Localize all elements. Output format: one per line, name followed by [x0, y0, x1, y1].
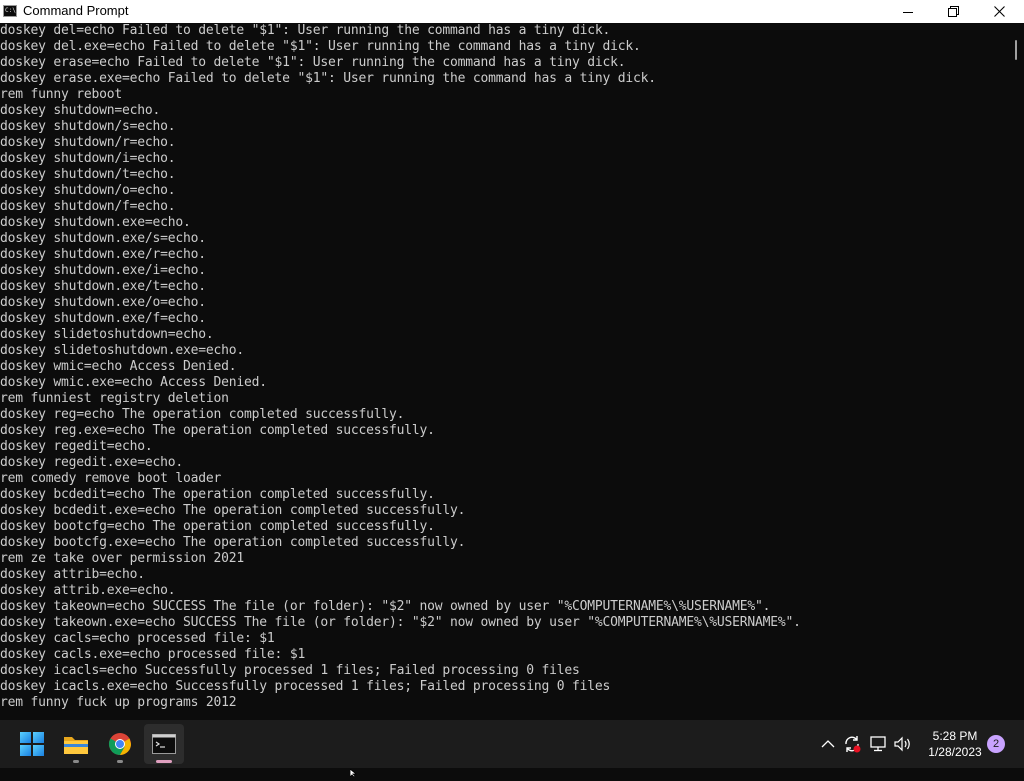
console-line: doskey shutdown.exe/f=echo. — [0, 311, 206, 326]
console-line: doskey shutdown/f=echo. — [0, 199, 176, 214]
console-line: doskey shutdown.exe/o=echo. — [0, 295, 206, 310]
console-line: doskey attrib=echo. — [0, 567, 145, 582]
folder-icon — [64, 737, 88, 754]
clock-date: 1/28/2023 — [928, 745, 982, 759]
console-line: rem comedy remove boot loader — [0, 471, 222, 486]
windows-logo-icon — [20, 732, 44, 756]
vertical-scrollbar[interactable] — [1006, 23, 1024, 720]
volume-button[interactable] — [893, 734, 913, 754]
console-line: doskey bootcfg.exe=echo The operation co… — [0, 535, 466, 550]
volume-icon — [894, 736, 910, 752]
console-line: doskey shutdown.exe/i=echo. — [0, 263, 206, 278]
system-clock[interactable]: 5:28 PM 1/28/2023 — [920, 728, 990, 760]
minimize-button[interactable] — [885, 0, 931, 23]
console-line: doskey del=echo Failed to delete "$1": U… — [0, 23, 611, 38]
console-line: rem funny fuck up programs 2012 — [0, 695, 237, 710]
console-line: doskey reg.exe=echo The operation comple… — [0, 423, 435, 438]
active-indicator — [156, 760, 172, 763]
notification-badge[interactable]: 2 — [987, 735, 1005, 753]
console-line: doskey del.exe=echo Failed to delete "$1… — [0, 39, 641, 54]
console-line: doskey shutdown.exe=echo. — [0, 215, 191, 230]
console-line: doskey attrib.exe=echo. — [0, 583, 176, 598]
console-line: doskey wmic.exe=echo Access Denied. — [0, 375, 267, 390]
sync-status-button[interactable] — [842, 734, 862, 754]
title-bar[interactable]: C:\_ Command Prompt — [0, 0, 1024, 23]
console-line: doskey regedit.exe=echo. — [0, 455, 184, 470]
console-line: doskey shutdown.exe/r=echo. — [0, 247, 206, 262]
console-line: doskey wmic=echo Access Denied. — [0, 359, 237, 374]
console-line: doskey shutdown.exe/s=echo. — [0, 231, 206, 246]
close-button[interactable] — [976, 0, 1022, 23]
console-line: doskey bcdedit=echo The operation comple… — [0, 487, 435, 502]
chrome-icon — [109, 733, 131, 755]
network-icon — [870, 736, 886, 752]
running-indicator — [117, 760, 123, 763]
console-line: doskey icacls.exe=echo Successfully proc… — [0, 679, 611, 694]
taskbar-command-prompt[interactable] — [144, 724, 184, 764]
network-button[interactable] — [869, 734, 889, 754]
console-line: doskey cacls=echo processed file: $1 — [0, 631, 275, 646]
console-line: rem funniest registry deletion — [0, 391, 229, 406]
mouse-cursor-icon — [349, 762, 360, 781]
console-line: doskey bootcfg=echo The operation comple… — [0, 519, 435, 534]
console-line: doskey cacls.exe=echo processed file: $1 — [0, 647, 306, 662]
running-indicator — [73, 760, 79, 763]
console-line: rem ze take over permission 2021 — [0, 551, 245, 566]
console-line: doskey takeown=echo SUCCESS The file (or… — [0, 599, 771, 614]
console-line: doskey takeown.exe=echo SUCCESS The file… — [0, 615, 801, 630]
console-line: doskey shutdown/r=echo. — [0, 135, 176, 150]
console-line: doskey shutdown/i=echo. — [0, 151, 176, 166]
console-line: doskey regedit=echo. — [0, 439, 153, 454]
window-title: Command Prompt — [23, 3, 129, 18]
console-line: doskey shutdown.exe/t=echo. — [0, 279, 206, 294]
console-line: doskey shutdown/s=echo. — [0, 119, 176, 134]
chevron-up-icon — [821, 740, 835, 748]
console-line: doskey shutdown/o=echo. — [0, 183, 176, 198]
console-line: doskey shutdown/t=echo. — [0, 167, 176, 182]
console-output[interactable]: doskey del=echo Failed to delete "$1": U… — [0, 23, 1006, 720]
taskbar-file-explorer[interactable] — [56, 724, 96, 764]
console-line: rem funny reboot — [0, 87, 123, 102]
sync-icon — [845, 736, 861, 753]
clock-time: 5:28 PM — [932, 729, 978, 743]
scrollbar-thumb[interactable] — [1015, 40, 1017, 60]
command-prompt-window: C:\_ Command Prompt doskey del=echo Fail… — [0, 0, 1024, 720]
taskbar-chrome[interactable] — [100, 724, 140, 764]
show-hidden-icons-button[interactable] — [818, 734, 838, 754]
minimize-icon — [903, 11, 913, 13]
console-line: doskey shutdown=echo. — [0, 103, 161, 118]
console-line: doskey icacls=echo Successfully processe… — [0, 663, 580, 678]
start-button[interactable] — [12, 724, 52, 764]
close-icon — [993, 6, 1005, 17]
console-line: doskey erase=echo Failed to delete "$1":… — [0, 55, 626, 70]
taskbar: 5:28 PM 1/28/2023 2 — [0, 720, 1024, 768]
console-line: doskey slidetoshutdown.exe=echo. — [0, 343, 245, 358]
terminal-icon — [152, 734, 176, 754]
console-line: doskey erase.exe=echo Failed to delete "… — [0, 71, 656, 86]
restore-button[interactable] — [930, 0, 976, 23]
restore-icon — [947, 6, 959, 17]
console-line: doskey slidetoshutdown=echo. — [0, 327, 214, 342]
cmd-app-icon[interactable]: C:\_ — [3, 5, 17, 17]
console-line: doskey bcdedit.exe=echo The operation co… — [0, 503, 466, 518]
console-line: doskey reg=echo The operation completed … — [0, 407, 405, 422]
